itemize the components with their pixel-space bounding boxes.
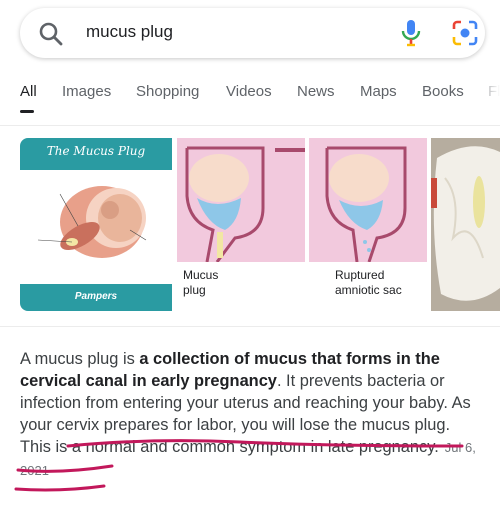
divider — [0, 326, 500, 327]
image-title: The Mucus Plug — [46, 144, 146, 158]
caption-line: Ruptured — [335, 268, 385, 282]
tab-maps[interactable]: Maps — [360, 83, 397, 100]
ruptured-sac-illustration — [325, 146, 407, 263]
tissue-photo — [431, 138, 500, 311]
tab-books[interactable]: Books — [422, 83, 464, 100]
image-result-ruptured-sac[interactable]: Ruptured amniotic sac — [309, 138, 427, 311]
tab-videos[interactable]: Videos — [226, 83, 272, 100]
tab-news[interactable]: News — [297, 83, 335, 100]
image-result-mucus-plug-diagram[interactable]: The Mucus Plug Pampers — [20, 138, 172, 311]
search-bar[interactable]: mucus plug — [20, 8, 485, 58]
search-input[interactable]: mucus plug — [86, 22, 173, 42]
diagram-card — [20, 170, 172, 284]
caption-line: amniotic sac — [335, 283, 402, 297]
caption-line: plug — [183, 283, 206, 297]
divider — [0, 125, 500, 126]
search-tabs: All Images Shopping Videos News Maps Boo… — [0, 83, 500, 107]
image-result-tissue-photo[interactable] — [431, 138, 500, 311]
camera-lens-icon[interactable] — [452, 20, 478, 46]
tab-images[interactable]: Images — [62, 83, 111, 100]
caption-line: Mucus — [183, 268, 219, 282]
tab-shopping[interactable]: Shopping — [136, 83, 199, 100]
image-caption: Ruptured amniotic sac — [309, 262, 427, 311]
snippet-text: A mucus plug is — [20, 350, 140, 368]
pampers-logo: Pampers — [74, 291, 118, 302]
microphone-icon[interactable] — [400, 19, 422, 47]
featured-snippet: A mucus plug is a collection of mucus th… — [20, 348, 482, 482]
tabs-fade — [470, 80, 500, 110]
anatomy-illustration — [37, 186, 147, 258]
active-tab-indicator — [20, 110, 34, 113]
image-caption: Mucus plug — [177, 262, 305, 311]
cervix-illustration — [185, 146, 305, 263]
image-results-strip: The Mucus Plug Pampers Mucus plug Ruptur… — [20, 138, 500, 311]
image-result-mucus-plug[interactable]: Mucus plug — [177, 138, 305, 311]
tab-all[interactable]: All — [20, 83, 37, 100]
search-icon[interactable] — [38, 21, 64, 47]
